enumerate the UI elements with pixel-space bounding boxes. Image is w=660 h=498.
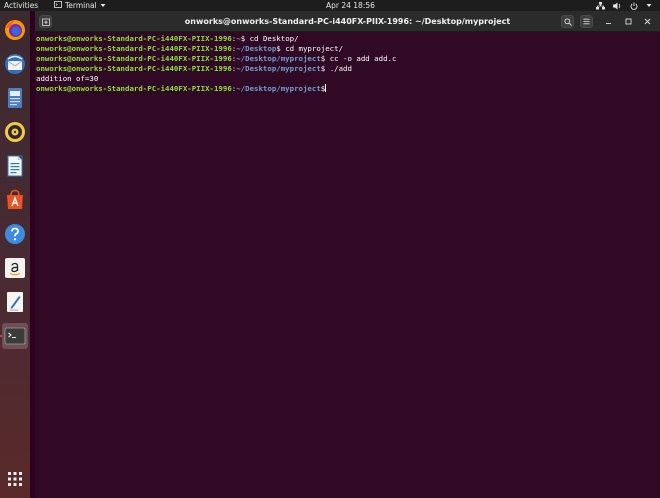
ubuntu-software-icon bbox=[7, 189, 23, 209]
volume-icon bbox=[613, 2, 622, 10]
close-icon bbox=[644, 18, 651, 25]
top-bar: Activities Terminal Apr 24 18:56 bbox=[0, 0, 660, 11]
title-bar[interactable]: onworks@onworks-Standard-PC-i440FX-PIIX-… bbox=[35, 11, 660, 32]
text-cursor bbox=[325, 84, 327, 92]
close-button[interactable] bbox=[641, 15, 654, 28]
prompt-user: onworks@onworks-Standard-PC-i440FX-PIIX-… bbox=[36, 84, 232, 93]
dock-item-firefox[interactable] bbox=[4, 19, 26, 41]
dock-item-help[interactable] bbox=[4, 223, 26, 245]
network-icon bbox=[596, 1, 605, 10]
app-grid-icon bbox=[8, 472, 22, 486]
dock-item-rhythmbox[interactable] bbox=[4, 121, 26, 143]
dock-item-writer[interactable] bbox=[4, 155, 26, 177]
prompt-path: ~/Desktop/myproject bbox=[236, 64, 321, 73]
power-icon bbox=[630, 2, 638, 10]
files-icon bbox=[8, 88, 22, 108]
dock-item-thunderbird[interactable] bbox=[4, 53, 26, 75]
search-icon bbox=[563, 17, 572, 26]
system-tray[interactable] bbox=[596, 0, 652, 11]
terminal-line: onworks@onworks-Standard-PC-i440FX-PIIX-… bbox=[36, 64, 352, 73]
dock bbox=[0, 11, 30, 498]
terminal-line: onworks@onworks-Standard-PC-i440FX-PIIX-… bbox=[36, 54, 397, 63]
thunderbird-mail-icon bbox=[5, 54, 25, 74]
minimize-icon bbox=[606, 23, 611, 24]
terminal-line: onworks@onworks-Standard-PC-i440FX-PIIX-… bbox=[36, 84, 327, 93]
command-text: cd Desktop/ bbox=[249, 34, 299, 43]
prompt-path: ~/Desktop/myproject bbox=[236, 54, 321, 63]
command-text: ./add bbox=[329, 64, 352, 73]
terminal-app-icon bbox=[54, 0, 62, 11]
prompt-path: ~/Desktop/myproject bbox=[236, 84, 321, 93]
dock-item-files[interactable] bbox=[4, 87, 26, 109]
show-applications-button[interactable] bbox=[4, 468, 26, 490]
prompt-user: onworks@onworks-Standard-PC-i440FX-PIIX-… bbox=[36, 64, 232, 73]
running-indicator bbox=[0, 335, 2, 337]
prompt-path: ~ bbox=[236, 34, 241, 43]
help-icon bbox=[5, 224, 25, 244]
maximize-icon bbox=[625, 18, 632, 25]
terminal-line: onworks@onworks-Standard-PC-i440FX-PIIX-… bbox=[36, 44, 344, 53]
prompt-path: ~/Desktop bbox=[236, 44, 277, 53]
minimize-button[interactable] bbox=[602, 15, 615, 28]
app-menu-label: Terminal bbox=[65, 1, 97, 10]
chevron-down-icon bbox=[100, 0, 106, 11]
prompt-user: onworks@onworks-Standard-PC-i440FX-PIIX-… bbox=[36, 34, 232, 43]
chevron-down-icon bbox=[646, 3, 652, 8]
activities-button[interactable]: Activities bbox=[4, 0, 38, 11]
prompt-user: onworks@onworks-Standard-PC-i440FX-PIIX-… bbox=[36, 54, 232, 63]
text-editor-icon bbox=[7, 292, 23, 312]
search-button[interactable] bbox=[561, 15, 574, 28]
dock-item-text-editor[interactable] bbox=[4, 291, 26, 313]
hamburger-menu-button[interactable] bbox=[580, 15, 593, 28]
terminal-icon bbox=[4, 327, 26, 345]
clock[interactable]: Apr 24 18:56 bbox=[326, 0, 375, 11]
terminal-window: onworks@onworks-Standard-PC-i440FX-PIIX-… bbox=[35, 11, 660, 498]
terminal-line: onworks@onworks-Standard-PC-i440FX-PIIX-… bbox=[36, 34, 299, 43]
terminal-content[interactable]: onworks@onworks-Standard-PC-i440FX-PIIX-… bbox=[35, 34, 660, 498]
hamburger-menu-icon bbox=[583, 18, 590, 25]
terminal-output-line: addition of=30 bbox=[36, 74, 660, 84]
app-menu[interactable]: Terminal bbox=[54, 0, 106, 11]
amazon-icon bbox=[5, 258, 25, 278]
dock-item-ubuntu-software[interactable] bbox=[4, 189, 26, 211]
firefox-icon bbox=[5, 20, 25, 40]
rhythmbox-icon bbox=[5, 122, 25, 142]
command-text: cc -o add add.c bbox=[329, 54, 397, 63]
dock-item-amazon[interactable] bbox=[4, 257, 26, 279]
prompt-user: onworks@onworks-Standard-PC-i440FX-PIIX-… bbox=[36, 44, 232, 53]
command-text: cd myproject/ bbox=[285, 44, 344, 53]
output-text: addition of=30 bbox=[36, 74, 99, 83]
libreoffice-writer-icon bbox=[7, 155, 23, 177]
dock-item-terminal[interactable] bbox=[2, 323, 28, 349]
maximize-button[interactable] bbox=[622, 15, 635, 28]
